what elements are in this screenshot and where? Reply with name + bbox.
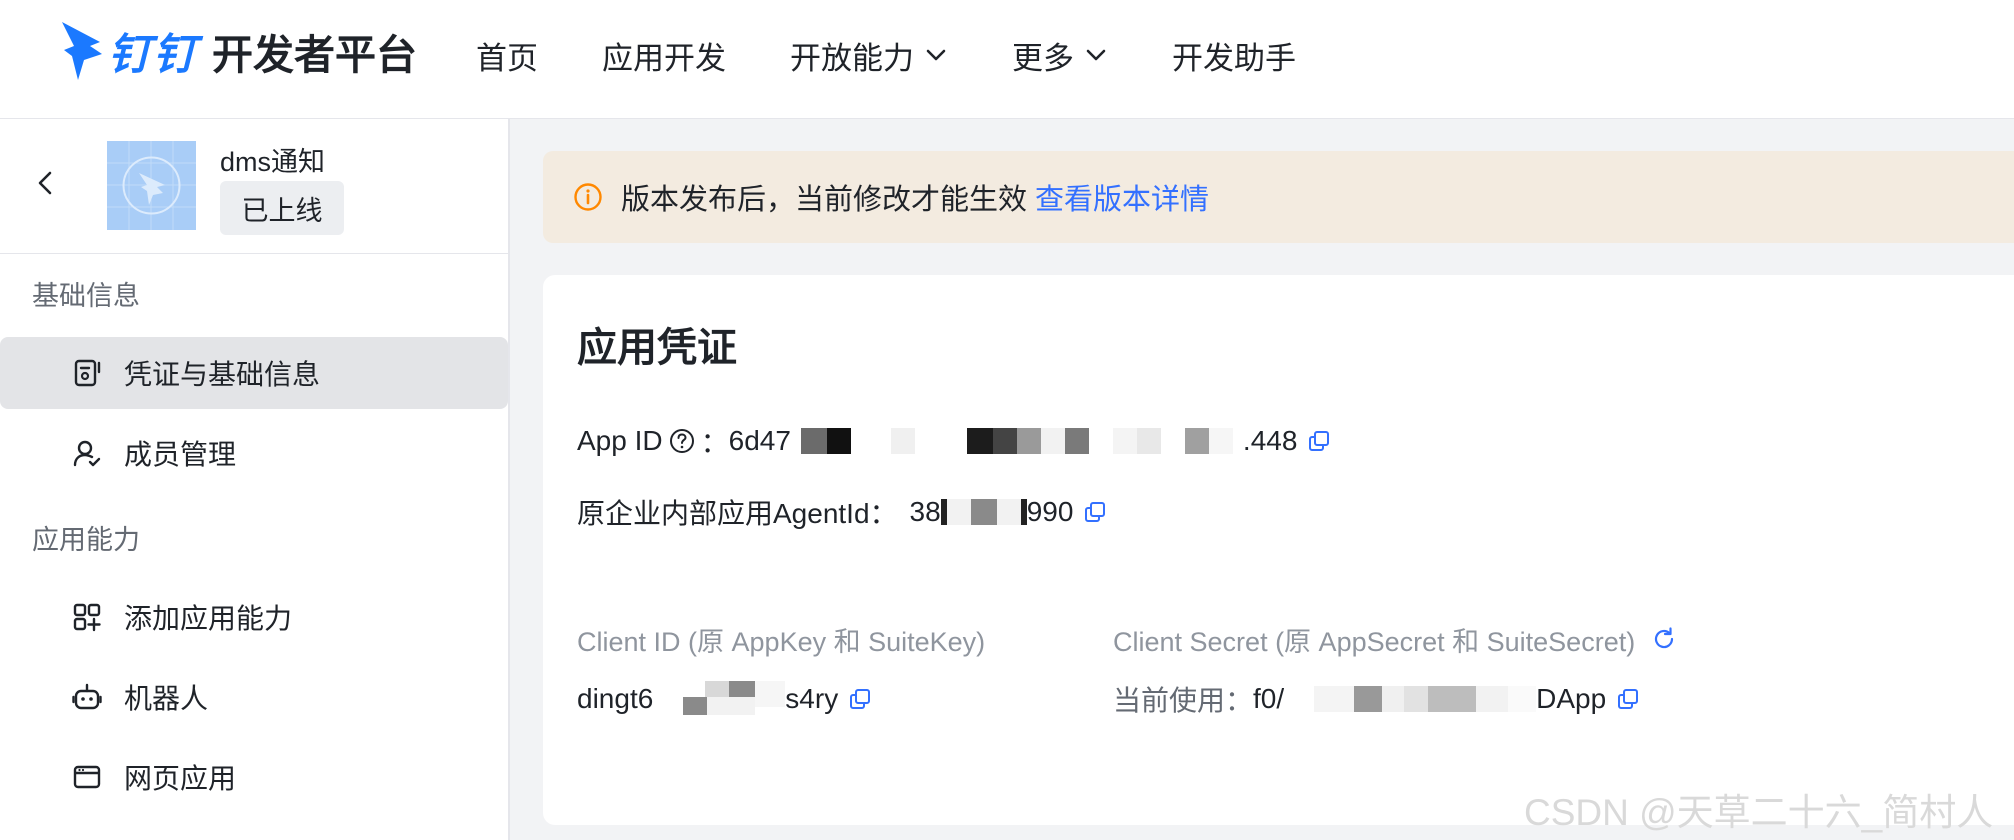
nav-more-label: 更多 <box>1012 40 1074 76</box>
agent-id-row: 原企业内部应用AgentId： 38 990 <box>577 494 1107 530</box>
app-id-colon: ： <box>700 427 729 458</box>
top-navigation-bar: 钉钉 开发者平台 首页 应用开发 开放能力 更多 开发助手 <box>0 0 2014 119</box>
chevron-down-icon <box>1086 49 1106 61</box>
nav-dev-assistant[interactable]: 开发助手 <box>1172 33 1296 78</box>
client-secret-current-label: 当前使用： <box>1113 685 1254 716</box>
masked-client-secret <box>1284 686 1537 712</box>
sidebar-item-members[interactable]: 成员管理 <box>0 417 508 489</box>
agent-id-value-start: 38 <box>909 496 941 527</box>
masked-agent-id <box>940 499 1027 525</box>
nav-app-development-label: 应用开发 <box>602 40 726 76</box>
dingtalk-logo[interactable]: 钉钉 开发者平台 <box>60 16 417 86</box>
sidebar-item-web-app[interactable]: 网页应用 <box>0 741 508 813</box>
app-id-label: App ID <box>577 425 663 456</box>
copy-icon[interactable] <box>848 687 872 711</box>
info-warning-icon <box>574 183 602 211</box>
agent-id-value-end: 990 <box>1026 496 1074 527</box>
group-title-app-capabilities: 应用能力 <box>32 525 140 555</box>
back-arrow-icon[interactable] <box>30 167 62 199</box>
nav-open-capabilities-label: 开放能力 <box>790 40 914 76</box>
logo-ding-text: 钉钉 <box>108 31 198 79</box>
web-app-icon <box>73 765 101 789</box>
sidebar-item-robot-label: 机器人 <box>124 683 209 714</box>
client-secret-value-start: f0/ <box>1253 683 1285 714</box>
sidebar-item-add-capability[interactable]: 添加应用能力 <box>0 581 508 653</box>
copy-icon[interactable] <box>1307 429 1331 453</box>
refresh-icon[interactable] <box>1651 626 1677 652</box>
nav-home[interactable]: 首页 <box>476 33 538 78</box>
client-secret-value-end: DApp <box>1536 683 1607 714</box>
main-nav: 首页 应用开发 开放能力 更多 开发助手 <box>476 24 1360 86</box>
client-id-value-end: s4ry <box>785 683 839 714</box>
copy-icon[interactable] <box>1083 500 1107 524</box>
sidebar-item-web-app-label: 网页应用 <box>124 763 237 794</box>
member-icon <box>73 440 101 467</box>
dingtalk-wing-icon <box>62 22 102 80</box>
client-id-label: Client ID (原 AppKey 和 SuiteKey) <box>577 626 986 657</box>
agent-id-label: 原企业内部应用AgentId： <box>577 498 898 529</box>
sidebar-item-robot[interactable]: 机器人 <box>0 661 508 733</box>
app-name: dms通知 <box>220 147 326 177</box>
help-circle-icon[interactable] <box>669 428 695 454</box>
nav-dev-assistant-label: 开发助手 <box>1172 40 1296 76</box>
client-secret-row: 当前使用： f0/ DApp <box>1113 681 1640 717</box>
credential-icon <box>74 359 101 387</box>
nav-more[interactable]: 更多 <box>1012 33 1108 78</box>
sidebar-item-credentials[interactable]: 凭证与基础信息 <box>0 337 508 409</box>
notice-text: 版本发布后，当前修改才能生效 <box>621 184 1028 216</box>
nav-app-development[interactable]: 应用开发 <box>602 33 726 78</box>
release-notice-banner: 版本发布后，当前修改才能生效 查看版本详情 <box>543 151 2014 243</box>
sidebar-item-credentials-label: 凭证与基础信息 <box>124 359 321 390</box>
view-version-details-link[interactable]: 查看版本详情 <box>1035 176 1209 218</box>
client-id-value-start: dingt6 <box>577 683 654 714</box>
app-header: dms通知 已上线 <box>0 119 508 254</box>
credentials-card: 应用凭证 App ID ： 6d47 .448 原企业内部应用AgentId： … <box>543 275 2014 825</box>
sidebar-item-members-label: 成员管理 <box>124 439 237 470</box>
robot-icon <box>72 683 102 710</box>
app-id-value-start: 6d47 <box>728 425 791 456</box>
masked-client-id <box>653 681 786 717</box>
add-capability-icon <box>73 603 101 632</box>
app-id-value-end: .448 <box>1242 425 1298 456</box>
client-id-row: dingt6 s4ry <box>577 681 872 717</box>
chevron-down-icon <box>926 49 946 61</box>
logo-platform-title: 开发者平台 <box>212 32 417 78</box>
copy-icon[interactable] <box>1616 687 1640 711</box>
card-title: 应用凭证 <box>577 326 737 370</box>
client-secret-label-row: Client Secret (原 AppSecret 和 SuiteSecret… <box>1113 621 1677 657</box>
app-logo <box>107 141 196 230</box>
masked-app-id <box>792 428 1243 454</box>
csdn-watermark: CSDN @天草二十六_简村人 <box>1524 792 1994 833</box>
group-title-basic-info: 基础信息 <box>32 281 140 311</box>
nav-home-label: 首页 <box>476 40 538 76</box>
app-status-badge: 已上线 <box>220 181 344 235</box>
sidebar-item-add-capability-label: 添加应用能力 <box>124 603 293 634</box>
sidebar: dms通知 已上线 基础信息 凭证与基础信息 成员管理 应用能力 添加应用能力 <box>0 119 510 840</box>
app-id-row: App ID ： 6d47 .448 <box>577 423 1331 459</box>
nav-open-capabilities[interactable]: 开放能力 <box>790 33 948 78</box>
app-logo-icon <box>107 141 196 230</box>
client-secret-label: Client Secret (原 AppSecret 和 SuiteSecret… <box>1113 626 1636 657</box>
